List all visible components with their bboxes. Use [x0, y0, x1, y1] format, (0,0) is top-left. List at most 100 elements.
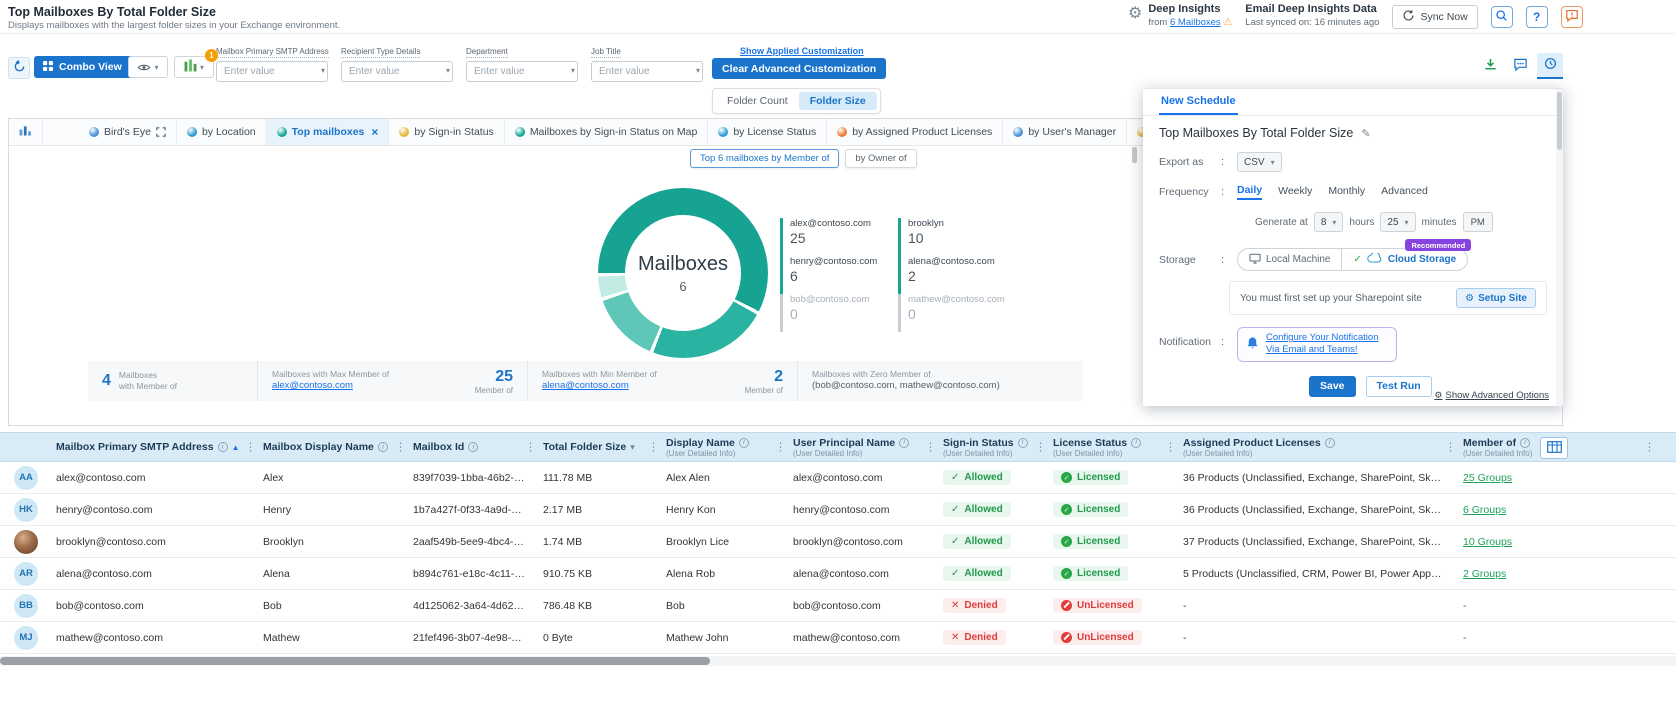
tab-new-schedule[interactable]: New Schedule [1159, 95, 1238, 115]
column-menu-icon[interactable]: ⋮ [1644, 441, 1655, 454]
column-menu-icon[interactable]: ⋮ [525, 441, 536, 454]
legend-item-bob-contoso-com: bob@contoso.com 0 [780, 294, 884, 332]
setup-site-button[interactable]: ⚙ Setup Site [1456, 288, 1536, 308]
undo-button[interactable] [8, 57, 30, 79]
chart-tab-by-sign-in-status[interactable]: by Sign-in Status [389, 119, 505, 145]
column-menu-icon[interactable]: ⋮ [1445, 441, 1456, 454]
chip-top-6-mailboxes-by-member-of[interactable]: Top 6 mailboxes by Member of [690, 149, 840, 168]
column-menu-icon[interactable]: ⋮ [925, 441, 936, 454]
column-chooser-button[interactable] [1540, 437, 1568, 459]
info-icon[interactable]: i [217, 442, 228, 452]
summary-max-value: 25 [495, 367, 513, 385]
toggle-folder-count[interactable]: Folder Count [716, 92, 799, 110]
toggle-folder-size[interactable]: Folder Size [798, 92, 877, 110]
help-button[interactable]: ? [1525, 6, 1548, 28]
storage-cloud-storage[interactable]: ✓ Cloud Storage Recommended [1341, 239, 1472, 270]
filter-input-job-title[interactable] [591, 61, 703, 82]
info-icon[interactable]: i [1131, 437, 1142, 448]
download-button[interactable] [1477, 53, 1503, 79]
info-icon[interactable]: i [899, 437, 910, 448]
frequency-monthly[interactable]: Monthly [1328, 185, 1365, 199]
mailboxes-donut-chart[interactable]: Mailboxes 6 [598, 188, 768, 358]
frequency-advanced[interactable]: Advanced [1381, 185, 1428, 199]
chart-tab-bird-s-eye[interactable]: Bird's Eye [79, 119, 177, 145]
member-of-link[interactable]: 25 Groups [1463, 472, 1512, 484]
export-format-select[interactable]: CSV ▾ [1237, 152, 1282, 172]
feedback-button[interactable] [1560, 6, 1583, 28]
notification-config-button[interactable]: Configure Your Notification Via Email an… [1237, 327, 1397, 362]
check-icon: ✓ [951, 568, 960, 579]
chart-scrollbar-thumb[interactable] [1132, 147, 1137, 163]
show-advanced-options-link[interactable]: ⚙ Show Advanced Options [1434, 390, 1549, 401]
chart-tab-top-mailboxes[interactable]: Top mailboxes × [266, 119, 390, 145]
comments-button[interactable] [1507, 53, 1533, 79]
member-of-link[interactable]: 10 Groups [1463, 536, 1512, 548]
horizontal-scrollbar[interactable] [0, 656, 1676, 666]
info-icon[interactable]: i [468, 442, 479, 452]
panel-scrollbar-thumb[interactable] [1557, 92, 1562, 150]
unlicensed-icon [1061, 631, 1072, 643]
chart-type-tab[interactable] [9, 119, 43, 145]
table-row-henry-contoso-com[interactable]: HK henry@contoso.com Henry 1b7a427f-0f33-4a… [0, 494, 1676, 526]
chart-tab-label: Top mailboxes [291, 126, 365, 138]
sort-desc-icon[interactable]: ▾ [630, 442, 635, 453]
search-button[interactable] [1490, 6, 1513, 28]
minute-select[interactable]: 25 ▾ [1380, 212, 1416, 232]
mailboxes-count-link[interactable]: 6 Mailboxes [1170, 17, 1221, 28]
chart-tab-by-assigned-product-licenses[interactable]: by Assigned Product Licenses [827, 119, 1004, 145]
table-row-bob-contoso-com[interactable]: BB bob@contoso.com Bob 4d125062-3a64-4d62-a… [0, 590, 1676, 622]
info-icon[interactable]: i [1520, 437, 1531, 448]
table-row-brooklyn-contoso-com[interactable]: brooklyn@contoso.com Brooklyn 2aaf549b-5ee… [0, 526, 1676, 558]
table-row-alex-contoso-com[interactable]: AA alex@contoso.com Alex 839f7039-1bba-46b2… [0, 462, 1676, 494]
info-icon[interactable]: i [1017, 437, 1028, 448]
info-icon[interactable]: i [1324, 437, 1335, 448]
column-menu-icon[interactable]: ⋮ [1035, 441, 1046, 454]
member-of-link[interactable]: 2 Groups [1463, 568, 1506, 580]
sync-now-button[interactable]: Sync Now [1392, 5, 1478, 29]
frequency-daily[interactable]: Daily [1237, 184, 1263, 200]
cell-mailbox-id: b894c761-e18c-4c11-ac... [413, 567, 535, 580]
storage-local-machine[interactable]: Local Machine [1238, 249, 1341, 270]
combo-view-button[interactable]: Combo View ▾ [34, 56, 141, 78]
frequency-row: Frequency Daily Weekly Monthly Advanced [1159, 184, 1547, 200]
visibility-button[interactable]: ▾ [128, 56, 168, 78]
hour-select[interactable]: 8 ▾ [1313, 212, 1344, 232]
horizontal-scrollbar-thumb[interactable] [0, 657, 710, 665]
deep-insights-subtitle: from 6 Mailboxes ⚠ [1148, 17, 1232, 28]
table-row-mathew-contoso-com[interactable]: MJ mathew@contoso.com Mathew 21fef496-3b07-… [0, 622, 1676, 654]
chip-by-owner-of[interactable]: by Owner of [845, 149, 917, 168]
panel-scrollbar[interactable] [1556, 89, 1563, 406]
edit-title-icon[interactable]: ✎ [1361, 127, 1370, 140]
column-menu-icon[interactable]: ⋮ [1165, 441, 1176, 454]
column-menu-icon[interactable]: ⋮ [245, 441, 256, 454]
donut-center-label: Mailboxes [637, 252, 729, 275]
chart-tab-by-user-s-manager[interactable]: by User's Manager [1003, 119, 1128, 145]
label-colon [1221, 254, 1237, 266]
clear-advanced-customization-button[interactable]: Clear Advanced Customization [712, 58, 887, 79]
filter-input-recipient-type-details[interactable] [341, 61, 453, 82]
show-applied-customization-link[interactable]: Show Applied Customization [740, 46, 864, 56]
test-run-button[interactable]: Test Run [1365, 375, 1432, 397]
chart-tab-by-location[interactable]: by Location [177, 119, 267, 145]
frequency-weekly[interactable]: Weekly [1278, 185, 1312, 199]
info-icon[interactable]: i [377, 442, 388, 452]
filter-input-department[interactable] [466, 61, 578, 82]
column-menu-icon[interactable]: ⋮ [395, 441, 406, 454]
summary-min-link[interactable]: alena@contoso.com [542, 380, 657, 393]
close-tab-icon[interactable]: × [371, 125, 378, 139]
column-menu-icon[interactable]: ⋮ [648, 441, 659, 454]
meridiem-toggle[interactable]: PM [1462, 212, 1493, 232]
column-menu-icon[interactable]: ⋮ [775, 441, 786, 454]
filter-input-mailbox-primary-smtp-address[interactable] [216, 61, 328, 82]
summary-max-link[interactable]: alex@contoso.com [272, 380, 389, 393]
info-icon[interactable]: i [738, 437, 749, 448]
schedule-button[interactable] [1537, 53, 1563, 79]
chart-tab-mailboxes-by-sign-in-status-on-map[interactable]: Mailboxes by Sign-in Status on Map [505, 119, 709, 145]
avatar-photo [14, 529, 38, 554]
sort-asc-icon[interactable]: ▲ [232, 443, 240, 452]
chart-tab-by-license-status[interactable]: by License Status [708, 119, 828, 145]
expand-icon[interactable] [156, 127, 166, 137]
member-of-link[interactable]: 6 Groups [1463, 504, 1506, 516]
table-row-alena-contoso-com[interactable]: AR alena@contoso.com Alena b894c761-e18c-4c… [0, 558, 1676, 590]
save-button[interactable]: Save [1309, 375, 1356, 397]
